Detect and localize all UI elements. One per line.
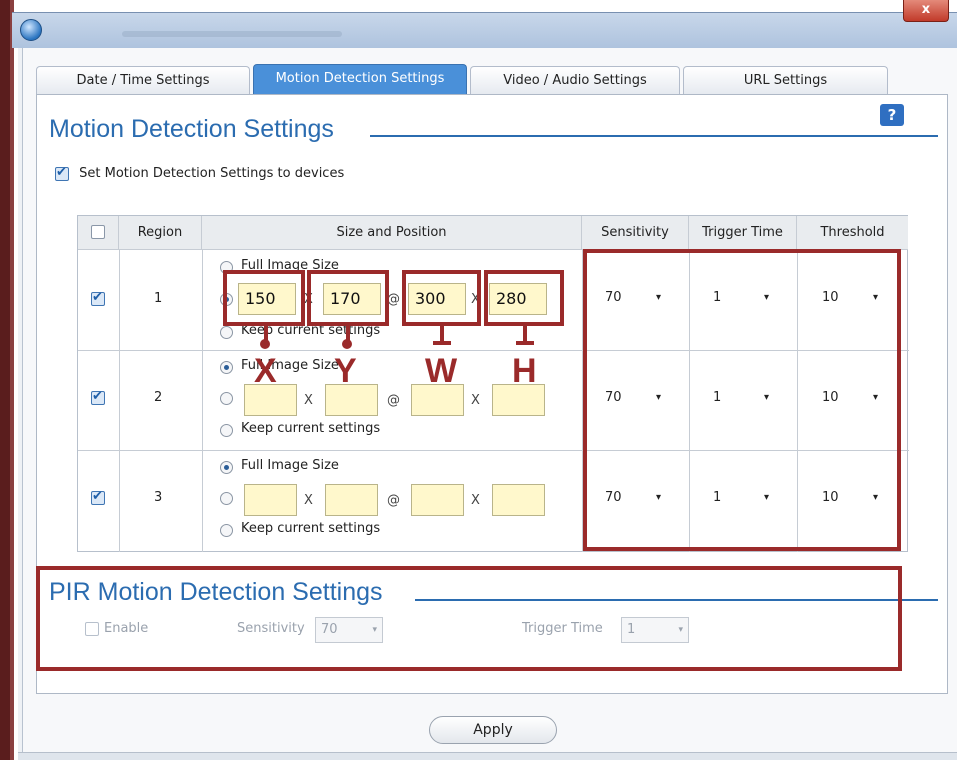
annotation-pin-bar — [433, 341, 451, 345]
row-3-checkbox[interactable] — [91, 489, 105, 505]
header-select-all — [78, 216, 119, 250]
row-3-x-input[interactable] — [244, 484, 297, 516]
annotation-box-h — [484, 270, 564, 326]
tab-url-settings[interactable]: URL Settings — [683, 66, 888, 94]
row-2-sep-at: @ — [387, 393, 400, 408]
set-devices-checkbox[interactable] — [55, 165, 69, 181]
row-3-h-input[interactable] — [492, 484, 545, 516]
help-icon[interactable]: ? — [880, 104, 904, 126]
annotation-box-x — [223, 270, 305, 326]
row-2-sep-x: X — [304, 393, 313, 408]
header-sensitivity: Sensitivity — [582, 216, 689, 250]
set-devices-option[interactable]: Set Motion Detection Settings to devices — [55, 165, 345, 181]
apply-button[interactable]: Apply — [429, 716, 557, 744]
row-2-sep-x2: X — [471, 393, 480, 408]
annotation-pin — [440, 326, 444, 342]
annotation-box-pir — [36, 566, 902, 671]
row-2-custom-radio[interactable] — [220, 392, 233, 405]
row-3-full-image-label: Full Image Size — [241, 458, 339, 473]
annotation-box-w — [402, 270, 481, 326]
tab-date-time-settings[interactable]: Date / Time Settings — [36, 66, 250, 94]
header-trigger-time: Trigger Time — [689, 216, 797, 250]
row-3-custom-radio[interactable] — [220, 492, 233, 505]
set-devices-label: Set Motion Detection Settings to devices — [79, 166, 345, 181]
row-2-region: 2 — [154, 390, 163, 405]
row-3-y-input[interactable] — [325, 484, 378, 516]
row-3-sep-x2: X — [471, 493, 480, 508]
annotation-label-x: X — [254, 352, 277, 390]
annotation-box-y — [307, 270, 389, 326]
title-bar — [12, 12, 957, 48]
row-1-keep-radio[interactable] — [220, 326, 233, 339]
row-3-region: 3 — [154, 490, 163, 505]
window-left-border — [0, 0, 14, 760]
motion-section-rule — [370, 135, 938, 137]
tab-motion-detection-settings[interactable]: Motion Detection Settings — [253, 64, 467, 95]
annotation-pin-dot — [260, 339, 270, 349]
row-2-checkbox[interactable] — [91, 389, 105, 405]
header-size-position: Size and Position — [202, 216, 582, 250]
select-all-checkbox[interactable] — [91, 224, 105, 239]
close-button[interactable]: x — [903, 0, 949, 22]
col-divider — [119, 250, 120, 552]
annotation-box-dropdowns — [583, 249, 901, 551]
tab-video-audio-settings[interactable]: Video / Audio Settings — [470, 66, 680, 94]
blurred-window-title — [122, 31, 342, 37]
row-2-full-image-radio[interactable] — [220, 361, 233, 374]
row-2-keep-radio[interactable] — [220, 424, 233, 437]
row-1-checkbox[interactable] — [91, 290, 105, 306]
window-bottom-edge — [18, 752, 957, 760]
row-3-keep-radio[interactable] — [220, 524, 233, 537]
annotation-label-w: W — [425, 352, 458, 390]
row-2-keep-label: Keep current settings — [241, 421, 381, 436]
row-3-full-image-radio[interactable] — [220, 461, 233, 474]
annotation-label-h: H — [512, 352, 537, 390]
row-3-keep-label: Keep current settings — [241, 521, 381, 536]
header-region: Region — [119, 216, 202, 250]
annotation-pin — [523, 326, 527, 342]
header-threshold: Threshold — [797, 216, 908, 250]
app-icon — [20, 19, 42, 41]
annotation-pin-bar — [516, 341, 534, 345]
motion-section-title: Motion Detection Settings — [49, 115, 334, 143]
col-divider — [202, 250, 203, 552]
row-1-region: 1 — [154, 291, 163, 306]
annotation-pin-dot — [342, 339, 352, 349]
annotation-label-y: Y — [334, 352, 357, 390]
row-3-w-input[interactable] — [411, 484, 464, 516]
row-3-sep-x: X — [304, 493, 313, 508]
row-3-sep-at: @ — [387, 493, 400, 508]
